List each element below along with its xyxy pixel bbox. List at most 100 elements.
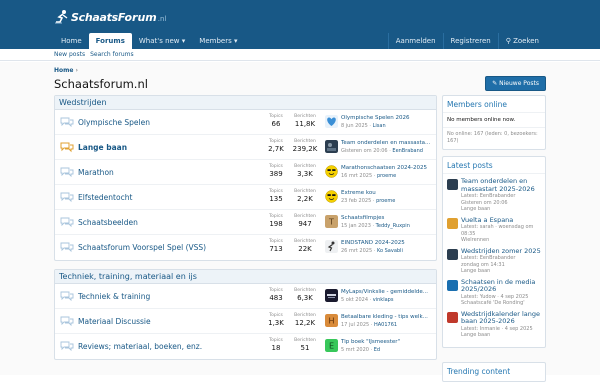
topics-count: 483 bbox=[269, 294, 283, 302]
logo-text-forum: Forum bbox=[117, 10, 157, 24]
last-post-user[interactable]: proeme bbox=[376, 198, 395, 204]
letter-h-avatar-icon[interactable]: H bbox=[325, 314, 338, 327]
last-post-title[interactable]: Schaatsfilmpjes bbox=[341, 215, 437, 221]
last-post-user[interactable]: Ed bbox=[374, 347, 380, 353]
skater-avatar-icon[interactable] bbox=[325, 240, 338, 253]
nav-members[interactable]: Members ▾ bbox=[192, 33, 244, 49]
latest-post-title[interactable]: Wedstrijdkalender lange baan 2025-2026 bbox=[461, 310, 541, 326]
members-online-footer: No online: 167 (leden: 0, bezoekers: 167… bbox=[443, 127, 545, 149]
forum-node-title[interactable]: Lange baan bbox=[78, 143, 127, 152]
members-online-title[interactable]: Members online bbox=[443, 96, 545, 113]
posts-label: Berichten bbox=[294, 214, 316, 219]
latest-post-title[interactable]: Wedstrijden zomer 2025 bbox=[461, 247, 541, 256]
topics-count: 2,7K bbox=[268, 145, 284, 153]
last-post-meta: 5 okt 2024 · vinklaps bbox=[341, 297, 394, 303]
last-post-title[interactable]: Betaalbare kleding - tips welk... bbox=[341, 314, 437, 320]
last-post-title[interactable]: MyLaps/Vinkslie - gemiddelde... bbox=[341, 289, 437, 295]
topics-stat: Topics 2,7K bbox=[262, 139, 290, 153]
forum-node-title[interactable]: Schaatsbeelden bbox=[78, 218, 138, 227]
topics-stat: Topics 1,3K bbox=[262, 313, 290, 327]
category-title[interactable]: Wedstrijden bbox=[55, 96, 436, 110]
last-post-date: 15 jan 2023 bbox=[341, 223, 371, 229]
forum-node-title[interactable]: Elfstedentocht bbox=[78, 193, 132, 202]
topics-count: 135 bbox=[269, 195, 283, 203]
last-post-title[interactable]: EINDSTAND 2024-2025 bbox=[341, 240, 437, 246]
nav-whats-new[interactable]: What's new ▾ bbox=[132, 33, 192, 49]
sunglasses-smiley-avatar-icon[interactable] bbox=[325, 165, 338, 178]
last-post-title[interactable]: Olympische Spelen 2026 bbox=[341, 115, 437, 121]
last-post-user[interactable]: EenBraband bbox=[392, 148, 423, 154]
posts-label: Berichten bbox=[294, 164, 316, 169]
topics-stat: Topics 483 bbox=[262, 288, 290, 302]
forum-node-title[interactable]: Techniek & training bbox=[78, 292, 150, 301]
forum-node-title[interactable]: Reviews; materiaal, boeken, enz. bbox=[78, 342, 202, 351]
topics-count: 713 bbox=[269, 245, 283, 253]
search-link[interactable]: ⚲ Zoeken bbox=[497, 33, 546, 49]
topics-label: Topics bbox=[269, 214, 283, 219]
user-avatar[interactable] bbox=[447, 217, 458, 229]
members-online-empty: No members online now. bbox=[447, 117, 516, 123]
posts-label: Berichten bbox=[294, 189, 316, 194]
photo-avatar-icon[interactable] bbox=[325, 140, 338, 153]
last-post-user[interactable]: Lisan bbox=[373, 123, 386, 129]
latest-post-forum[interactable]: Lange baan bbox=[461, 206, 541, 213]
sunglasses-smiley-avatar-icon[interactable] bbox=[325, 190, 338, 203]
last-post-user[interactable]: Ko Savabli bbox=[377, 248, 403, 254]
last-post-title[interactable]: Marathonschaatsen 2024-2025 bbox=[341, 165, 437, 171]
last-post-user[interactable]: vinklaps bbox=[373, 297, 394, 303]
posts-count: 3,3K bbox=[297, 170, 313, 178]
latest-posts-title[interactable]: Latest posts bbox=[443, 157, 545, 174]
latest-post-forum[interactable]: Wielrennen bbox=[461, 237, 541, 244]
site-logo[interactable]: Schaats Forum .nl bbox=[54, 6, 166, 28]
forum-node: Reviews; materiaal, boeken, enz. Topics 1… bbox=[55, 334, 436, 359]
last-post-title[interactable]: Extreme kou bbox=[341, 190, 437, 196]
last-post-meta: 16 mrt 2025 · proeme bbox=[341, 173, 397, 179]
letter-t-avatar-icon[interactable]: T bbox=[325, 215, 338, 228]
latest-post-forum[interactable]: Lange baan bbox=[461, 332, 541, 339]
latest-post-title[interactable]: Vuelta a Espana bbox=[461, 216, 541, 225]
nav-home[interactable]: Home bbox=[54, 33, 89, 49]
dark-logo-avatar-icon[interactable] bbox=[325, 289, 338, 302]
trending-content-title[interactable]: Trending content bbox=[443, 363, 545, 379]
chat-bubbles-icon bbox=[60, 242, 74, 253]
category-title[interactable]: Techniek, training, materiaal en ijs bbox=[55, 270, 436, 284]
login-link[interactable]: Aanmelden bbox=[387, 33, 443, 49]
sidebar: Members online No members online now. No… bbox=[442, 95, 546, 354]
svg-text:H: H bbox=[328, 317, 334, 326]
register-link[interactable]: Registreren bbox=[442, 33, 498, 49]
new-posts-button[interactable]: ✎ Nieuwe Posts bbox=[485, 76, 546, 91]
breadcrumb: Home › bbox=[54, 67, 78, 74]
last-post-date: 26 mrt 2025 bbox=[341, 248, 373, 254]
latest-post-forum[interactable]: Lange baan bbox=[461, 268, 541, 275]
last-post-user[interactable]: HA01761 bbox=[374, 322, 397, 328]
node-list: Techniek & training Topics 483 Berichten 6… bbox=[55, 284, 436, 359]
subnav-search-forums[interactable]: Search forums bbox=[90, 51, 134, 58]
heart-avatar-icon[interactable] bbox=[325, 115, 338, 128]
last-post-title[interactable]: Team onderdelen en massasta... bbox=[341, 140, 437, 146]
user-avatar[interactable] bbox=[447, 279, 458, 291]
forum-node-title[interactable]: Olympische Spelen bbox=[78, 118, 150, 127]
latest-post-title[interactable]: Schaatsen in de media 2025/2026 bbox=[461, 278, 541, 294]
forum-node-title[interactable]: Marathon bbox=[78, 168, 114, 177]
members-online-block: Members online No members online now. No… bbox=[442, 95, 546, 150]
last-post-user[interactable]: proeme bbox=[377, 173, 396, 179]
latest-post-title[interactable]: Team onderdelen en massastart 2025-2026 bbox=[461, 177, 541, 193]
forum-node-title[interactable]: Schaatsforum Voorspel Spel (VSS) bbox=[78, 243, 206, 252]
last-post-date: 8 jun 2025 bbox=[341, 123, 368, 129]
breadcrumb-home[interactable]: Home bbox=[54, 67, 73, 74]
forum-node-title[interactable]: Materiaal Discussie bbox=[78, 317, 151, 326]
user-avatar[interactable] bbox=[447, 311, 458, 323]
latest-posts-block: Latest posts Team onderdelen en massasta… bbox=[442, 156, 546, 348]
subnav-new-posts[interactable]: New posts bbox=[54, 51, 85, 58]
latest-post-forum[interactable]: Schaatscafé 'De Ronding' bbox=[461, 300, 541, 307]
last-post-title[interactable]: Tip boek "IJsmeester" bbox=[341, 339, 437, 345]
posts-count: 239,2K bbox=[292, 145, 318, 153]
letter-e-avatar-icon[interactable]: E bbox=[325, 339, 338, 352]
user-avatar[interactable] bbox=[447, 179, 458, 190]
last-post-date: 5 okt 2024 bbox=[341, 297, 368, 303]
chat-bubbles-icon bbox=[60, 167, 74, 178]
posts-label: Berichten bbox=[294, 313, 316, 318]
user-avatar[interactable] bbox=[447, 248, 458, 260]
nav-forums[interactable]: Forums bbox=[88, 33, 132, 49]
last-post-user[interactable]: Teddy_Ruxpin bbox=[376, 223, 410, 229]
